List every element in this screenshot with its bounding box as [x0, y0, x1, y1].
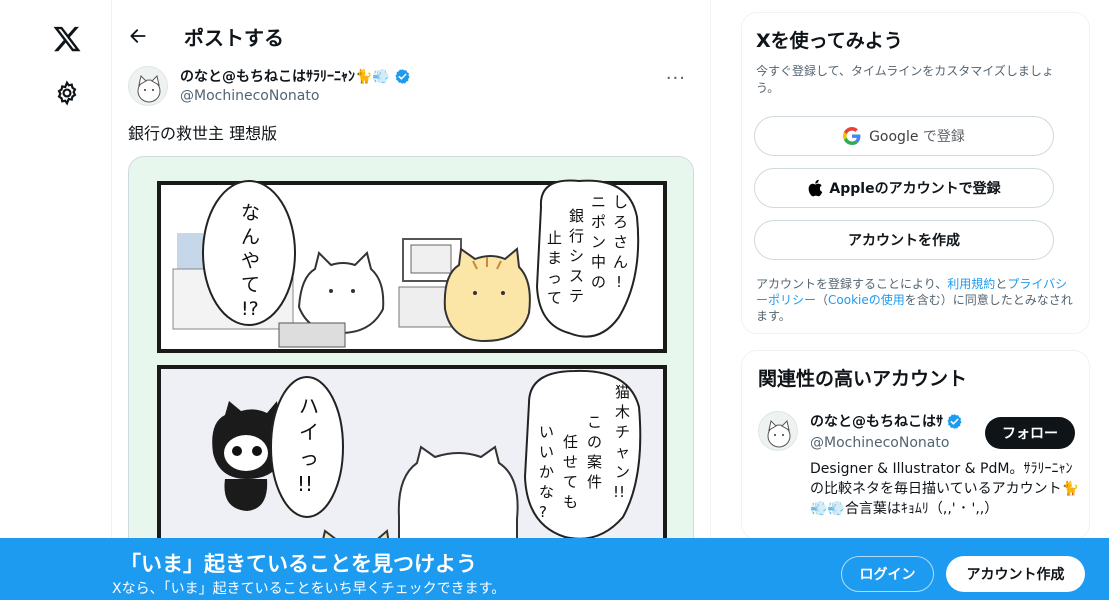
svg-text:し: し [613, 193, 628, 211]
svg-text:な: な [539, 483, 554, 501]
svg-text:件: 件 [587, 473, 602, 491]
related-account-handle[interactable]: @MochinecoNonato [810, 435, 949, 451]
svg-text:!!: !! [613, 483, 625, 501]
related-account-name-text: のなと@もちねこはｻ [810, 414, 943, 430]
svg-text:て: て [241, 274, 260, 296]
svg-text:の: の [591, 273, 606, 291]
svg-text:せ: せ [563, 453, 578, 471]
page-title: ポストする [184, 26, 284, 50]
svg-text:ャ: ャ [615, 443, 630, 461]
svg-text:い: い [539, 423, 554, 441]
bubble-text-1: な [241, 202, 260, 224]
signup-card: Xを使ってみよう 今すぐ登録して、タイムラインをカスタマイズしましょう。 Goo… [741, 12, 1090, 334]
svg-text:?: ? [539, 503, 547, 521]
cookie-link[interactable]: Cookieの使用 [828, 293, 905, 307]
login-button[interactable]: ログイン [841, 556, 934, 592]
svg-text:っ: っ [547, 269, 562, 287]
author-name[interactable]: のなと@もちねこはｻﾗﾘｰﾆｬﾝ🐈💨 [180, 66, 411, 86]
verified-badge-icon [946, 413, 963, 430]
svg-text:猫: 猫 [615, 383, 630, 401]
svg-text:任: 任 [563, 433, 578, 451]
post-header: ポストする [112, 0, 710, 58]
svg-text:も: も [563, 493, 578, 511]
left-nav [0, 0, 112, 600]
svg-text:中: 中 [591, 253, 606, 271]
svg-text:テ: テ [569, 287, 584, 305]
related-card-title: 関連性の高いアカウント [758, 368, 968, 390]
terms-prefix: アカウントを登録することにより、 [756, 277, 948, 291]
svg-text:!?: !? [241, 298, 259, 320]
signup-card-subtitle: 今すぐ登録して、タイムラインをカスタマイズしましょう。 [756, 64, 1054, 95]
post-author: のなと@もちねこはｻﾗﾘｰﾆｬﾝ🐈💨 @MochinecoNonato ··· [128, 64, 694, 108]
google-signup-label: Google で登録 [869, 126, 965, 146]
apple-signup-label: Appleのアカウントで登録 [829, 181, 1001, 197]
svg-text:て: て [547, 289, 562, 307]
back-arrow-icon[interactable] [124, 22, 152, 50]
comic-panel-2: ハ イ っ !! 猫 木 チ ャ ン !! こ の 案 件 任 せ て も い … [157, 365, 667, 555]
svg-text:イ: イ [299, 420, 319, 444]
related-accounts-card: 関連性の高いアカウント のなと@もちねこはｻ @MochinecoNonato … [741, 350, 1090, 540]
terms-text: アカウントを登録することにより、利用規約とプライバシーポリシー（Cookieの使… [756, 276, 1073, 324]
svg-text:ん: ん [241, 226, 260, 248]
banner-title: 「いま」起きていることを見つけよう [120, 552, 477, 576]
google-signup-button[interactable]: Google で登録 [754, 116, 1054, 156]
svg-text:ハ: ハ [299, 394, 319, 418]
signup-button[interactable]: アカウント作成 [946, 556, 1085, 592]
svg-text:ま: ま [547, 249, 562, 267]
terms-paren: （ [816, 293, 829, 307]
author-handle[interactable]: @MochinecoNonato [180, 88, 319, 104]
gear-icon[interactable] [54, 80, 80, 106]
svg-text:!!: !! [297, 472, 313, 496]
main-column: ポストする のなと@もちねこはｻﾗﾘｰﾆｬﾝ🐈💨 @MochinecoNonat… [112, 0, 711, 600]
avatar[interactable] [758, 411, 798, 451]
svg-text:て: て [563, 473, 578, 491]
svg-text:ニ: ニ [591, 193, 606, 211]
svg-text:木: 木 [615, 403, 630, 421]
svg-text:銀: 銀 [569, 207, 584, 225]
apple-signup-button[interactable]: Appleのアカウントで登録 [754, 168, 1054, 208]
author-name-text: のなと@もちねこはｻﾗﾘｰﾆｬﾝ🐈💨 [180, 69, 390, 85]
more-options-icon[interactable]: ··· [666, 68, 686, 89]
svg-text:行: 行 [569, 227, 584, 245]
related-account-name[interactable]: のなと@もちねこはｻ [810, 411, 963, 431]
svg-text:っ: っ [299, 446, 319, 470]
related-account-bio: Designer & Illustrator & PdM。ｻﾗﾘｰﾆｬﾝの比較ネ… [810, 461, 1080, 517]
svg-text:ン: ン [591, 233, 606, 251]
svg-text:ス: ス [569, 267, 584, 285]
terms-and: と [995, 277, 1008, 291]
svg-text:ろ: ろ [613, 213, 628, 231]
svg-text:い: い [539, 443, 554, 461]
create-account-button[interactable]: アカウントを作成 [754, 220, 1054, 260]
verified-badge-icon [394, 68, 411, 85]
svg-text:ポ: ポ [591, 213, 606, 231]
google-icon [843, 127, 861, 145]
svg-text:こ: こ [587, 413, 602, 431]
google-suffix: で登録 [918, 129, 965, 145]
signup-banner: 「いま」起きていることを見つけよう Xなら、「いま」起きていることをいち早くチェ… [0, 538, 1109, 600]
post-image[interactable]: な ん や て !? し ろ さ ん ! ニ ポ ン 中 の 銀 行 シ ス テ… [128, 156, 694, 556]
comic-panel-1: な ん や て !? し ろ さ ん ! ニ ポ ン 中 の 銀 行 シ ス テ… [157, 179, 667, 353]
svg-text:!: ! [616, 273, 622, 291]
x-logo-icon[interactable] [52, 24, 82, 54]
svg-text:止: 止 [547, 229, 562, 247]
svg-text:や: や [241, 250, 260, 272]
post-text: 銀行の救世主 理想版 [128, 124, 278, 143]
svg-text:ん: ん [613, 253, 628, 271]
banner-subtitle: Xなら、「いま」起きていることをいち早くチェックできます。 [112, 581, 506, 597]
avatar[interactable] [128, 66, 168, 106]
svg-text:さ: さ [613, 233, 628, 251]
svg-text:ン: ン [615, 463, 630, 481]
follow-button[interactable]: フォロー [985, 417, 1075, 449]
svg-text:シ: シ [569, 247, 584, 265]
signup-card-title: Xを使ってみよう [756, 30, 903, 52]
google-word: Google [869, 129, 919, 145]
svg-text:案: 案 [587, 453, 602, 471]
apple-icon [807, 179, 823, 197]
svg-text:か: か [539, 463, 554, 481]
svg-text:の: の [587, 433, 602, 451]
terms-link[interactable]: 利用規約 [947, 277, 995, 291]
svg-text:チ: チ [615, 423, 630, 441]
